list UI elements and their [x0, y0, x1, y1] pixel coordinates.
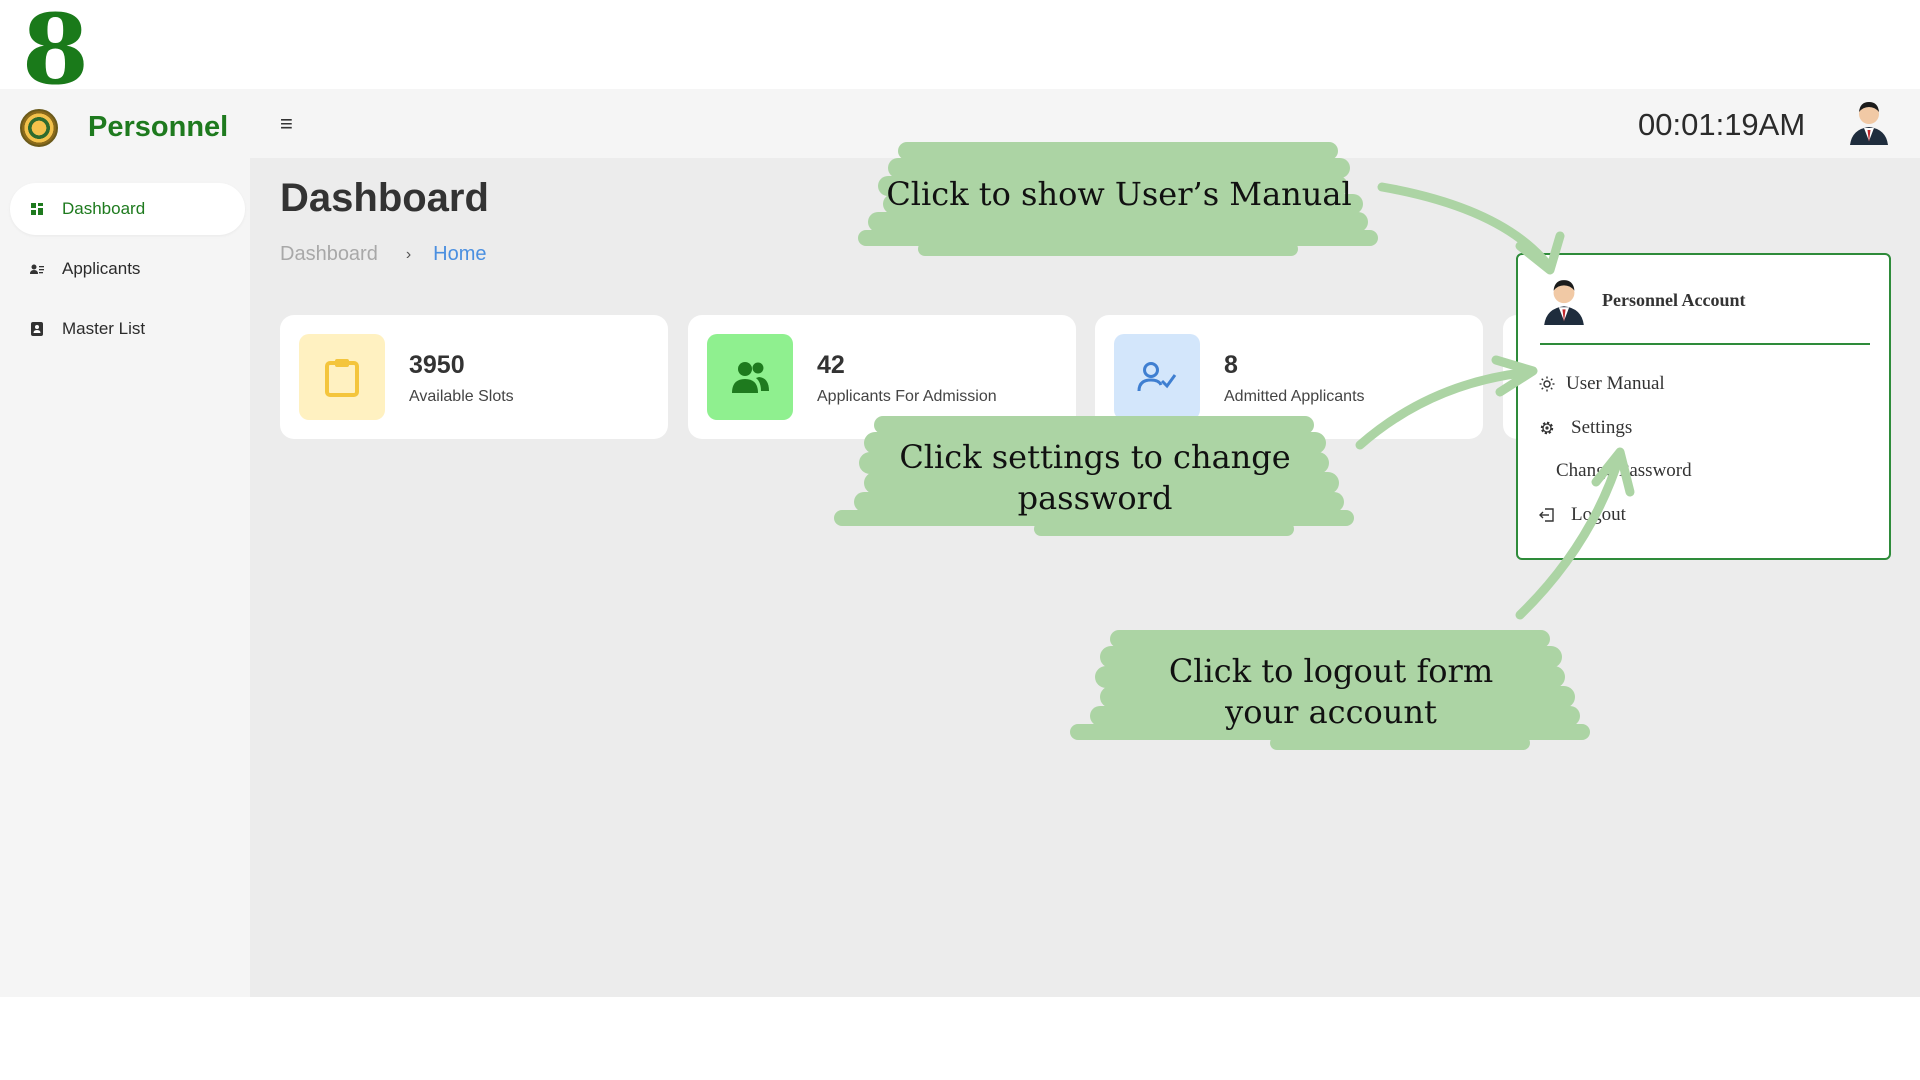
stat-value: 42: [817, 351, 845, 379]
sidebar-item-label: Dashboard: [62, 199, 146, 218]
applicants-icon: [30, 262, 44, 276]
master-list-icon: [30, 322, 44, 336]
menu-item-label: Settings: [1571, 417, 1633, 438]
breadcrumb-item[interactable]: Dashboard: [280, 243, 378, 266]
breadcrumb: Dashboard › Home: [280, 243, 487, 266]
sidebar-item-applicants[interactable]: Applicants: [10, 243, 245, 295]
stat-label: Available Slots: [409, 388, 514, 405]
dashboard-icon: [30, 202, 44, 216]
callout-settings: Click settings to change password: [834, 414, 1356, 544]
logout-icon: [1538, 506, 1556, 524]
stat-label: Applicants For Admission: [817, 388, 997, 405]
clipboard-icon: [299, 334, 385, 420]
clock: 00:01:19AM: [1638, 107, 1806, 142]
callout-text: Click to show User’s Manual: [886, 175, 1352, 213]
page-title: Dashboard: [280, 176, 489, 220]
sidebar-item-dashboard[interactable]: Dashboard: [10, 183, 245, 235]
app-logo: [20, 109, 58, 147]
callout-line: Click to logout form: [1168, 652, 1494, 690]
divider: [1540, 343, 1870, 345]
chevron-right-icon: ›: [405, 245, 412, 263]
menu-item-logout[interactable]: Logout: [1538, 504, 1626, 526]
callout-line: Click settings to change: [899, 438, 1291, 476]
callout-line: password: [1017, 479, 1173, 517]
menu-item-user-manual[interactable]: User Manual: [1538, 373, 1665, 395]
app-name: Personnel: [88, 111, 229, 143]
callout-line: your account: [1225, 693, 1437, 731]
avatar[interactable]: [1846, 97, 1892, 145]
callout-logout: Click to logout form your account: [1070, 628, 1592, 758]
gear-icon: [1538, 419, 1556, 437]
stat-value: 8: [1224, 351, 1238, 379]
breadcrumb-item-current[interactable]: Home: [433, 243, 486, 266]
stat-card-available-slots: 3950 Available Slots: [280, 315, 668, 439]
avatar: [1544, 280, 1584, 326]
menu-item-label: Logout: [1571, 504, 1626, 525]
menu-toggle-icon[interactable]: ≡: [280, 111, 293, 137]
tutorial-slide: 8 Personnel ≡ 00:01:19AM Dashboard Appli…: [0, 0, 1920, 1080]
account-dropdown: Personnel Account User Manual Settings C…: [1516, 253, 1891, 560]
sidebar-item-label: Applicants: [62, 259, 141, 278]
callout-text: Click to logout form your account: [1169, 651, 1493, 733]
stat-label: Admitted Applicants: [1224, 388, 1365, 405]
menu-item-change-password[interactable]: Change Password: [1556, 460, 1692, 482]
sidebar-item-master-list[interactable]: Master List: [10, 303, 245, 355]
callout-user-manual: Click to show User’s Manual: [858, 134, 1380, 264]
menu-item-settings[interactable]: Settings: [1538, 417, 1632, 439]
step-number: 8: [22, 0, 89, 106]
users-icon: [707, 334, 793, 420]
menu-item-label: Change Password: [1556, 460, 1692, 481]
sidebar-item-label: Master List: [62, 319, 146, 338]
menu-item-label: User Manual: [1566, 373, 1665, 394]
dropdown-title: Personnel Account: [1602, 290, 1746, 310]
stat-value: 3950: [409, 351, 465, 379]
sidebar: Dashboard Applicants Master List: [0, 158, 250, 997]
user-check-icon: [1114, 334, 1200, 420]
callout-text: Click settings to change password: [899, 437, 1290, 519]
sun-icon: [1538, 375, 1556, 393]
